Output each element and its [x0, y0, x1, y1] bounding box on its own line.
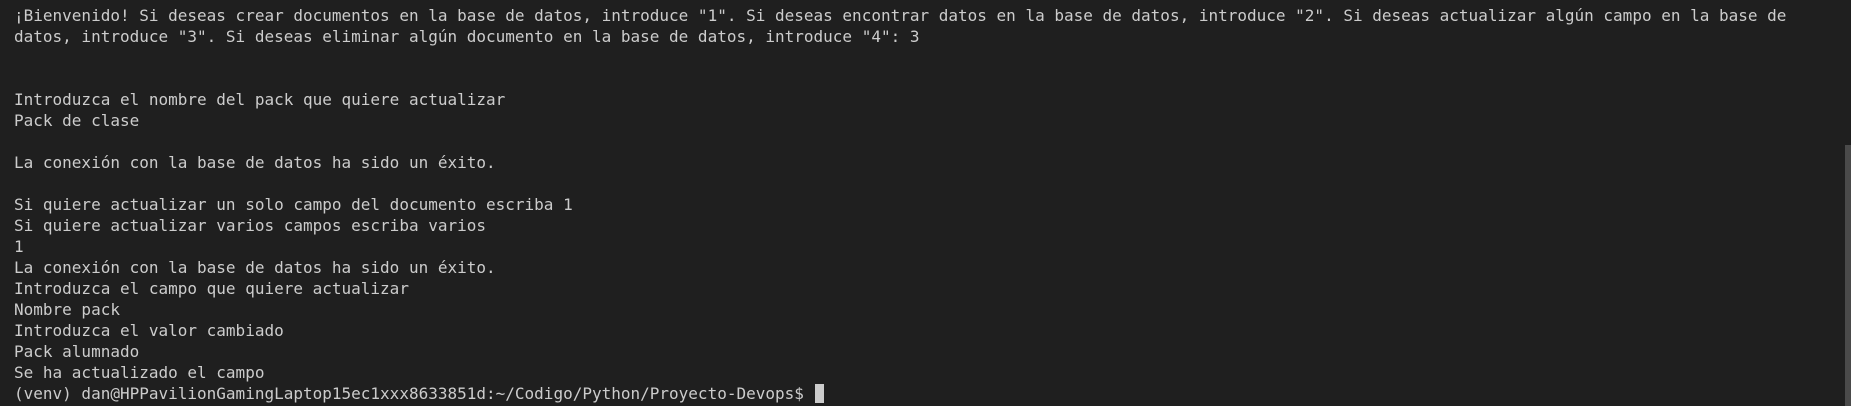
input-line-pack-name: Pack de clase: [14, 111, 140, 130]
input-line-choice: 1: [14, 237, 24, 256]
input-line-new-value: Pack alumnado: [14, 342, 140, 361]
output-line-field-updated: Se ha actualizado el campo: [14, 363, 265, 382]
output-line-blank: [14, 131, 1823, 152]
output-line-multiple-fields-option: Si quiere actualizar varios campos escri…: [14, 216, 487, 235]
terminal-window[interactable]: ¡Bienvenido! Si deseas crear documentos …: [0, 0, 1851, 406]
output-line-connection-success: La conexión con la base de datos ha sido…: [14, 258, 496, 277]
output-line-blank: [14, 47, 1823, 68]
shell-prompt-line[interactable]: (venv) dan@HPPavilionGamingLaptop15ec1xx…: [14, 383, 1823, 404]
output-line-pack-name-prompt: Introduzca el nombre del pack que quiere…: [14, 90, 506, 109]
output-line-connection-success: La conexión con la base de datos ha sido…: [14, 153, 496, 172]
output-line-blank: [14, 173, 1823, 194]
welcome-message: ¡Bienvenido! Si deseas crear documentos …: [14, 6, 1797, 46]
vertical-scrollbar[interactable]: [1845, 145, 1851, 406]
shell-prompt: (venv) dan@HPPavilionGamingLaptop15ec1xx…: [14, 384, 814, 403]
output-line-single-field-option: Si quiere actualizar un solo campo del d…: [14, 195, 573, 214]
input-line-field-name: Nombre pack: [14, 300, 120, 319]
text-cursor: [814, 384, 824, 403]
output-line-field-prompt: Introduzca el campo que quiere actualiza…: [14, 279, 409, 298]
output-line-blank: [14, 68, 1823, 89]
output-line-value-prompt: Introduzca el valor cambiado: [14, 321, 284, 340]
